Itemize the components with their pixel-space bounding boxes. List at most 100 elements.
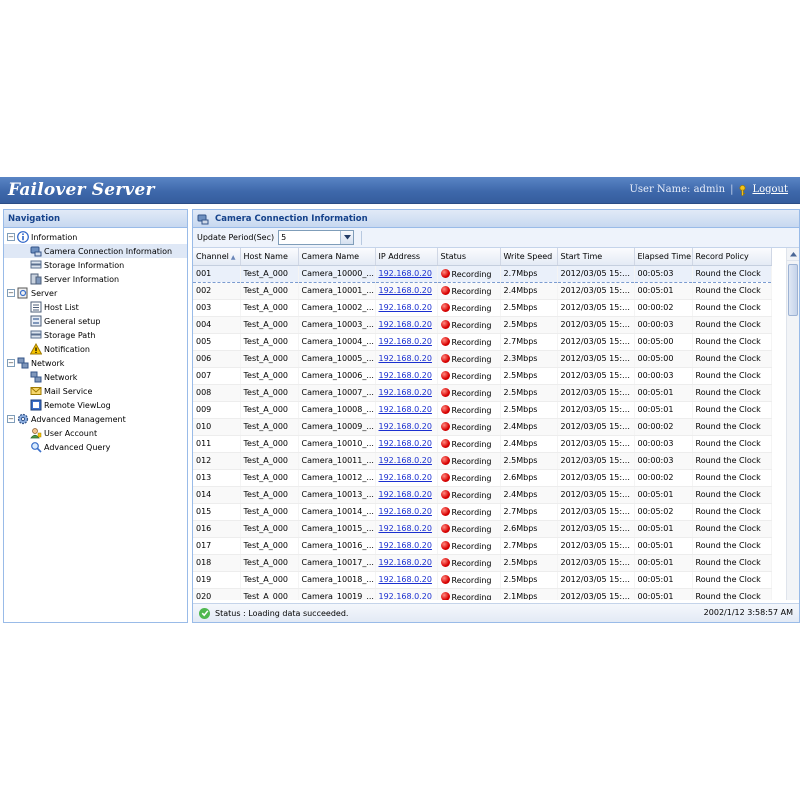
table-row[interactable]: 009 Test_A_000 Camera_10008_... 192.168.0.2… (193, 401, 772, 419)
table-row[interactable]: 005 Test_A_000 Camera_10004_... 192.168.0.2… (193, 333, 772, 351)
tree-item-camera-connection-information[interactable]: Camera Connection Information (4, 244, 187, 258)
cell-record-policy: Round the Clock (692, 350, 772, 368)
table-row[interactable]: 016 Test_A_000 Camera_10015_... 192.168.0.2… (193, 520, 772, 538)
table-row[interactable]: 002 Test_A_000 Camera_10001_... 192.168.0.2… (193, 282, 772, 300)
tree-item-user-account[interactable]: User Account (4, 426, 187, 440)
table-row[interactable]: 011 Test_A_000 Camera_10010_... 192.168.0.2… (193, 435, 772, 453)
column-header-camera-name[interactable]: Camera Name (298, 248, 376, 266)
ip-address-link[interactable]: 192.168.0.20 (379, 456, 432, 465)
ip-address-link[interactable]: 192.168.0.20 (379, 507, 432, 516)
ip-address-link[interactable]: 192.168.0.20 (379, 388, 432, 397)
cell-channel: 018 (193, 554, 241, 572)
ip-address-link[interactable]: 192.168.0.20 (379, 439, 432, 448)
table-row[interactable]: 006 Test_A_000 Camera_10005_... 192.168.0.2… (193, 350, 772, 368)
column-header-status[interactable]: Status (437, 248, 501, 266)
cell-elapsed-time: 00:00:03 (634, 435, 693, 453)
ip-address-link[interactable]: 192.168.0.20 (379, 575, 432, 584)
scroll-thumb[interactable] (788, 264, 798, 316)
cell-host-name: Test_A_000 (240, 384, 299, 402)
cell-ip-address: 192.168.0.20 (375, 469, 438, 487)
table-row[interactable]: 001 Test_A_000 Camera_10000_... 192.168.0.2… (193, 264, 772, 283)
table-row[interactable]: 010 Test_A_000 Camera_10009_... 192.168.0.2… (193, 418, 772, 436)
cell-host-name: Test_A_000 (240, 316, 299, 334)
column-header-record-policy[interactable]: Record Policy (692, 248, 772, 266)
table-row[interactable]: 020 Test_A_000 Camera_10019_... 192.168.0.2… (193, 588, 772, 600)
table-row[interactable]: 007 Test_A_000 Camera_10006_... 192.168.0.2… (193, 367, 772, 385)
tree-item-network[interactable]: Network (4, 370, 187, 384)
navigation-header: Navigation (4, 210, 187, 228)
ip-address-link[interactable]: 192.168.0.20 (379, 354, 432, 363)
update-period-select[interactable]: 5 (278, 230, 355, 245)
tree-item-storage-information[interactable]: Storage Information (4, 258, 187, 272)
tree-item-remote-viewlog[interactable]: Remote ViewLog (4, 398, 187, 412)
update-period-value[interactable]: 5 (279, 231, 340, 244)
column-header-elapsed-time[interactable]: Elapsed Time (634, 248, 693, 266)
collapse-toggle-icon[interactable]: − (7, 415, 15, 423)
user-name-label: User Name: admin (629, 184, 726, 195)
column-header-write-speed[interactable]: Write Speed (500, 248, 558, 266)
collapse-toggle-icon[interactable]: − (7, 233, 15, 241)
tree-item-server-information[interactable]: Server Information (4, 272, 187, 286)
vertical-scrollbar[interactable] (786, 248, 799, 600)
tree-item-notification[interactable]: Notification (4, 342, 187, 356)
tree-group-information[interactable]: − Information (4, 230, 187, 244)
column-header-start-time[interactable]: Start Time (557, 248, 635, 266)
cell-status: Recording (437, 571, 501, 589)
cell-start-time: 2012/03/05 15:37... (557, 384, 635, 402)
cell-status: Recording (437, 537, 501, 555)
collapse-toggle-icon[interactable]: − (7, 359, 15, 367)
collapse-toggle-icon[interactable]: − (7, 289, 15, 297)
table-row[interactable]: 018 Test_A_000 Camera_10017_... 192.168.0.2… (193, 554, 772, 572)
table-row[interactable]: 017 Test_A_000 Camera_10016_... 192.168.0.2… (193, 537, 772, 555)
logout-link[interactable]: Logout (752, 184, 788, 195)
navigation-tree: − Information Camera Connection Informat… (4, 228, 187, 454)
column-header-ip-address[interactable]: IP Address (375, 248, 438, 266)
tree-group-label: Information (31, 232, 78, 242)
table-row[interactable]: 014 Test_A_000 Camera_10013_... 192.168.0.2… (193, 486, 772, 504)
table-row[interactable]: 015 Test_A_000 Camera_10014_... 192.168.0.2… (193, 503, 772, 521)
tree-group-network[interactable]: − Network (4, 356, 187, 370)
tree-group-advanced-management[interactable]: − Advanced Management (4, 412, 187, 426)
tree-group-server[interactable]: − Server (4, 286, 187, 300)
ip-address-link[interactable]: 192.168.0.20 (379, 558, 432, 567)
cell-record-policy: Round the Clock (692, 452, 772, 470)
chevron-down-icon[interactable] (340, 231, 354, 244)
cell-status: Recording (437, 333, 501, 351)
tree-item-general-setup[interactable]: General setup (4, 314, 187, 328)
table-row[interactable]: 013 Test_A_000 Camera_10012_... 192.168.0.2… (193, 469, 772, 487)
ip-address-link[interactable]: 192.168.0.20 (379, 524, 432, 533)
ip-address-link[interactable]: 192.168.0.20 (379, 269, 432, 278)
cell-camera-name: Camera_10007_... (298, 384, 376, 402)
ip-address-link[interactable]: 192.168.0.20 (379, 286, 432, 295)
column-header-channel[interactable]: Channel ▲ (193, 248, 241, 266)
table-row[interactable]: 012 Test_A_000 Camera_10011_... 192.168.0.2… (193, 452, 772, 470)
ip-address-link[interactable]: 192.168.0.20 (379, 320, 432, 329)
cell-write-speed: 2.5Mbps (500, 367, 558, 385)
table-row[interactable]: 004 Test_A_000 Camera_10003_... 192.168.0.2… (193, 316, 772, 334)
ip-address-link[interactable]: 192.168.0.20 (379, 405, 432, 414)
cell-host-name: Test_A_000 (240, 571, 299, 589)
table-row[interactable]: 008 Test_A_000 Camera_10007_... 192.168.0.2… (193, 384, 772, 402)
ip-address-link[interactable]: 192.168.0.20 (379, 473, 432, 482)
tree-item-host-list[interactable]: Host List (4, 300, 187, 314)
ip-address-link[interactable]: 192.168.0.20 (379, 303, 432, 312)
scroll-up-icon[interactable] (787, 248, 799, 261)
ip-address-link[interactable]: 192.168.0.20 (379, 490, 432, 499)
cell-ip-address: 192.168.0.20 (375, 503, 438, 521)
cell-status: Recording (437, 435, 501, 453)
ip-address-link[interactable]: 192.168.0.20 (379, 337, 432, 346)
tree-item-storage-path[interactable]: Storage Path (4, 328, 187, 342)
column-header-host-name[interactable]: Host Name (240, 248, 299, 266)
table-row[interactable]: 019 Test_A_000 Camera_10018_... 192.168.0.2… (193, 571, 772, 589)
tree-item-mail-service[interactable]: Mail Service (4, 384, 187, 398)
ip-address-link[interactable]: 192.168.0.20 (379, 541, 432, 550)
table-row[interactable]: 003 Test_A_000 Camera_10002_... 192.168.0.2… (193, 299, 772, 317)
tree-item-advanced-query[interactable]: Advanced Query (4, 440, 187, 454)
cell-status: Recording (437, 264, 501, 283)
ip-address-link[interactable]: 192.168.0.20 (379, 371, 432, 380)
cell-camera-name: Camera_10009_... (298, 418, 376, 436)
cell-start-time: 2012/03/05 15:37... (557, 401, 635, 419)
ip-address-link[interactable]: 192.168.0.20 (379, 422, 432, 431)
app-title: Failover Server (8, 180, 155, 200)
ip-address-link[interactable]: 192.168.0.20 (379, 592, 432, 600)
